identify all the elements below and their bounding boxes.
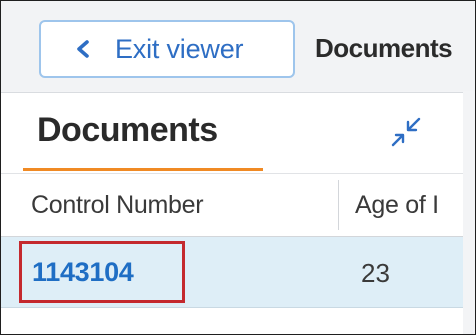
collapse-arrows-icon[interactable] [389,115,423,149]
column-header-age[interactable]: Age of I [355,191,439,220]
active-tab-indicator [23,168,263,171]
age-cell: 23 [361,258,390,288]
documents-panel: Documents Control Number Age of I 114310… [1,92,463,334]
exit-viewer-button[interactable]: Exit viewer [39,20,295,78]
chevron-left-icon [75,34,109,64]
exit-viewer-label: Exit viewer [115,33,244,64]
viewer-toolbar: Exit viewer Documents [1,1,475,91]
grid-empty-area [1,308,463,334]
table-row[interactable]: 1143104 23 [1,237,463,308]
grid-header: Control Number Age of I [1,174,463,237]
document-viewer-frame: Exit viewer Documents Documents Control … [0,0,476,335]
control-number-link[interactable]: 1143104 [19,241,185,303]
column-header-control-number[interactable]: Control Number [31,191,204,220]
tab-documents[interactable]: Documents [37,111,218,150]
column-separator[interactable] [338,180,339,230]
panel-scrollbar[interactable] [463,92,475,334]
breadcrumb-documents[interactable]: Documents [315,33,453,64]
